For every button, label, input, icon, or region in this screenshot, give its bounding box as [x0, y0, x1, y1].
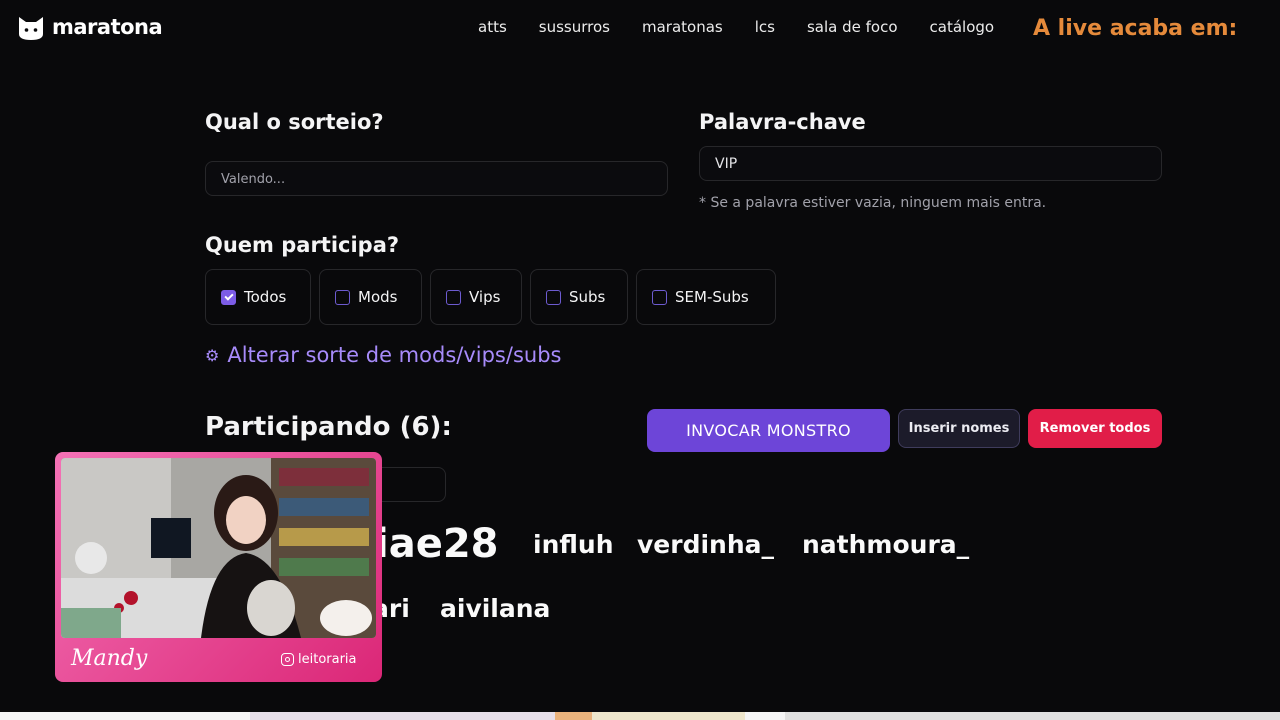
nav-link-sala-de-foco[interactable]: sala de foco: [807, 18, 898, 36]
checkbox-icon[interactable]: [652, 289, 667, 305]
participant-name: aivilana: [440, 594, 551, 623]
participant-name: influh: [533, 530, 614, 559]
remove-all-button[interactable]: Remover todos: [1028, 409, 1162, 448]
nav-links: atts sussurros maratonas lcs sala de foc…: [478, 18, 994, 36]
option-vips[interactable]: Vips: [430, 269, 522, 325]
instagram-handle-text: leitoraria: [298, 652, 357, 667]
webcam-video: [61, 458, 376, 638]
option-sem-subs[interactable]: SEM-Subs: [636, 269, 776, 325]
keyword-hint: * Se a palavra estiver vazia, ninguem ma…: [699, 195, 1047, 211]
option-label: Vips: [469, 288, 501, 306]
option-label: Subs: [569, 288, 606, 306]
nav-link-lcs[interactable]: lcs: [755, 18, 775, 36]
taskbar-strip: [0, 712, 1280, 720]
checkbox-icon[interactable]: [546, 289, 561, 305]
keyword-field[interactable]: [699, 146, 1162, 181]
brand-link[interactable]: maratona: [16, 12, 163, 42]
participant-name: verdinha_: [637, 530, 775, 559]
checkbox-checked-icon[interactable]: [221, 289, 236, 305]
option-label: Mods: [358, 288, 398, 306]
summon-monster-button[interactable]: INVOCAR MONSTRO: [647, 409, 890, 452]
nav-link-sussurros[interactable]: sussurros: [539, 18, 610, 36]
participant-name: iae28: [375, 521, 499, 567]
top-navbar: maratona atts sussurros maratonas lcs sa…: [0, 0, 1280, 56]
change-luck-link[interactable]: ⚙ Alterar sorte de mods/vips/subs: [205, 343, 561, 367]
brand-name: maratona: [52, 15, 163, 39]
nav-link-catalogo[interactable]: catálogo: [930, 18, 995, 36]
checkbox-icon[interactable]: [446, 289, 461, 305]
nav-link-maratonas[interactable]: maratonas: [642, 18, 723, 36]
keyword-label: Palavra-chave: [699, 110, 866, 134]
change-luck-label: Alterar sorte de mods/vips/subs: [227, 343, 562, 367]
option-subs[interactable]: Subs: [530, 269, 628, 325]
raffle-label: Qual o sorteio?: [205, 110, 384, 134]
option-label: Todos: [244, 288, 287, 306]
cat-logo-icon: [19, 17, 43, 40]
gear-icon: ⚙: [205, 345, 220, 365]
keyword-input[interactable]: [715, 155, 1161, 172]
participants-heading: Participando (6):: [205, 412, 452, 442]
webcam-overlay: Mandy leitoraria: [55, 452, 382, 682]
option-todos[interactable]: Todos: [205, 269, 311, 325]
raffle-input[interactable]: [221, 170, 667, 187]
live-countdown: A live acaba em:: [1033, 16, 1238, 41]
webcam-scene: [61, 458, 376, 638]
participant-name: nathmoura_: [802, 530, 970, 559]
checkbox-icon[interactable]: [335, 289, 350, 305]
option-label: SEM-Subs: [675, 288, 749, 306]
instagram-handle: leitoraria: [281, 652, 357, 667]
option-mods[interactable]: Mods: [319, 269, 422, 325]
who-label: Quem participa?: [205, 233, 400, 257]
streamer-name: Mandy: [71, 646, 148, 671]
raffle-field[interactable]: [205, 161, 668, 196]
nav-link-atts[interactable]: atts: [478, 18, 507, 36]
insert-names-button[interactable]: Inserir nomes: [898, 409, 1020, 448]
instagram-icon: [281, 653, 294, 666]
